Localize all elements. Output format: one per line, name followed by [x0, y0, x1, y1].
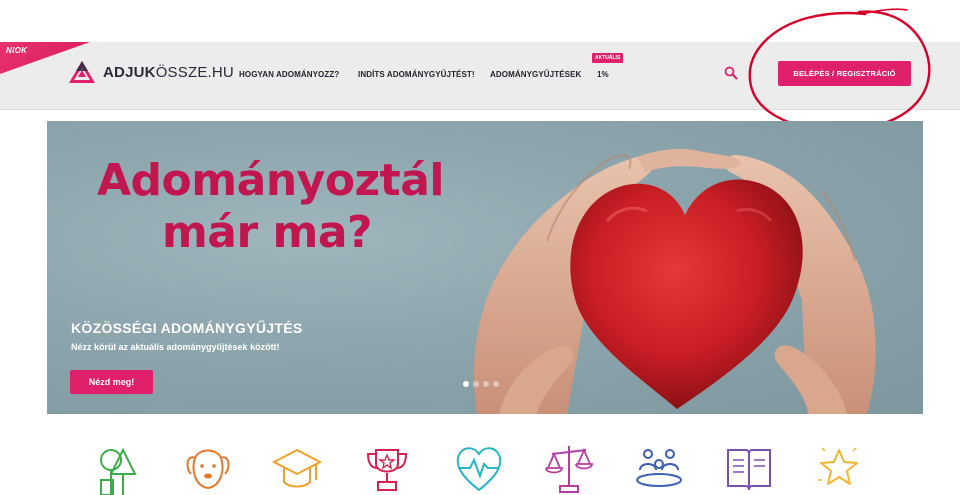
carousel-dot-3[interactable]	[483, 381, 489, 387]
graduation-cap-icon[interactable]	[271, 440, 323, 495]
star-icon[interactable]	[814, 440, 864, 495]
dog-icon[interactable]	[183, 440, 233, 495]
nav-fundraisers[interactable]: ADOMÁNYGYŰJTÉSEK	[490, 70, 581, 79]
hero-banner[interactable]: Adományoztál már ma? KÖZÖSSÉGI ADOMÁNYGY…	[47, 121, 923, 414]
carousel-dot-2[interactable]	[473, 381, 479, 387]
trees-icon[interactable]	[93, 440, 143, 495]
heartbeat-icon[interactable]	[454, 440, 504, 495]
site-logo[interactable]: ADJUKÖSSZE.HU	[68, 60, 234, 84]
hero-title-line-1: Adományoztál	[97, 155, 444, 206]
nav-how-to-donate[interactable]: HOGYAN ADOMÁNYOZZ?	[239, 70, 339, 79]
logo-text: ADJUKÖSSZE.HU	[103, 63, 234, 81]
hands-holding-heart-image	[473, 149, 876, 414]
nav-one-percent[interactable]: 1%	[597, 70, 609, 79]
niok-ribbon-label: NIOK	[6, 46, 28, 55]
scales-icon[interactable]	[544, 440, 594, 495]
carousel-dot-4[interactable]	[493, 381, 499, 387]
trophy-icon[interactable]	[362, 440, 412, 495]
hero-title: Adományoztál már ma?	[97, 155, 444, 259]
book-icon[interactable]	[724, 440, 774, 495]
current-badge: AKTUÁLIS	[592, 53, 624, 63]
search-icon[interactable]	[724, 66, 738, 80]
see-more-button[interactable]: Nézd meg!	[70, 370, 153, 394]
hero-description: Nézz körül az aktuális adománygyűjtések …	[71, 342, 280, 352]
hero-subtitle: KÖZÖSSÉGI ADOMÁNYGYŰJTÉS	[71, 320, 303, 336]
category-icons	[0, 440, 960, 495]
hero-title-line-2: már ma?	[161, 207, 373, 258]
page: NIOK ADJUKÖSSZE.HU HOGYAN ADOMÁNYOZZ? IN…	[0, 0, 960, 495]
carousel-dot-1[interactable]	[463, 381, 469, 387]
logo-triangle-icon	[69, 61, 95, 83]
login-register-button[interactable]: BELÉPÉS / REGISZTRÁCIÓ	[778, 61, 911, 86]
community-icon[interactable]	[634, 440, 684, 495]
carousel-dots	[463, 381, 499, 387]
nav-start-fundraiser[interactable]: INDÍTS ADOMÁNYGYŰJTÉST!	[358, 70, 475, 79]
